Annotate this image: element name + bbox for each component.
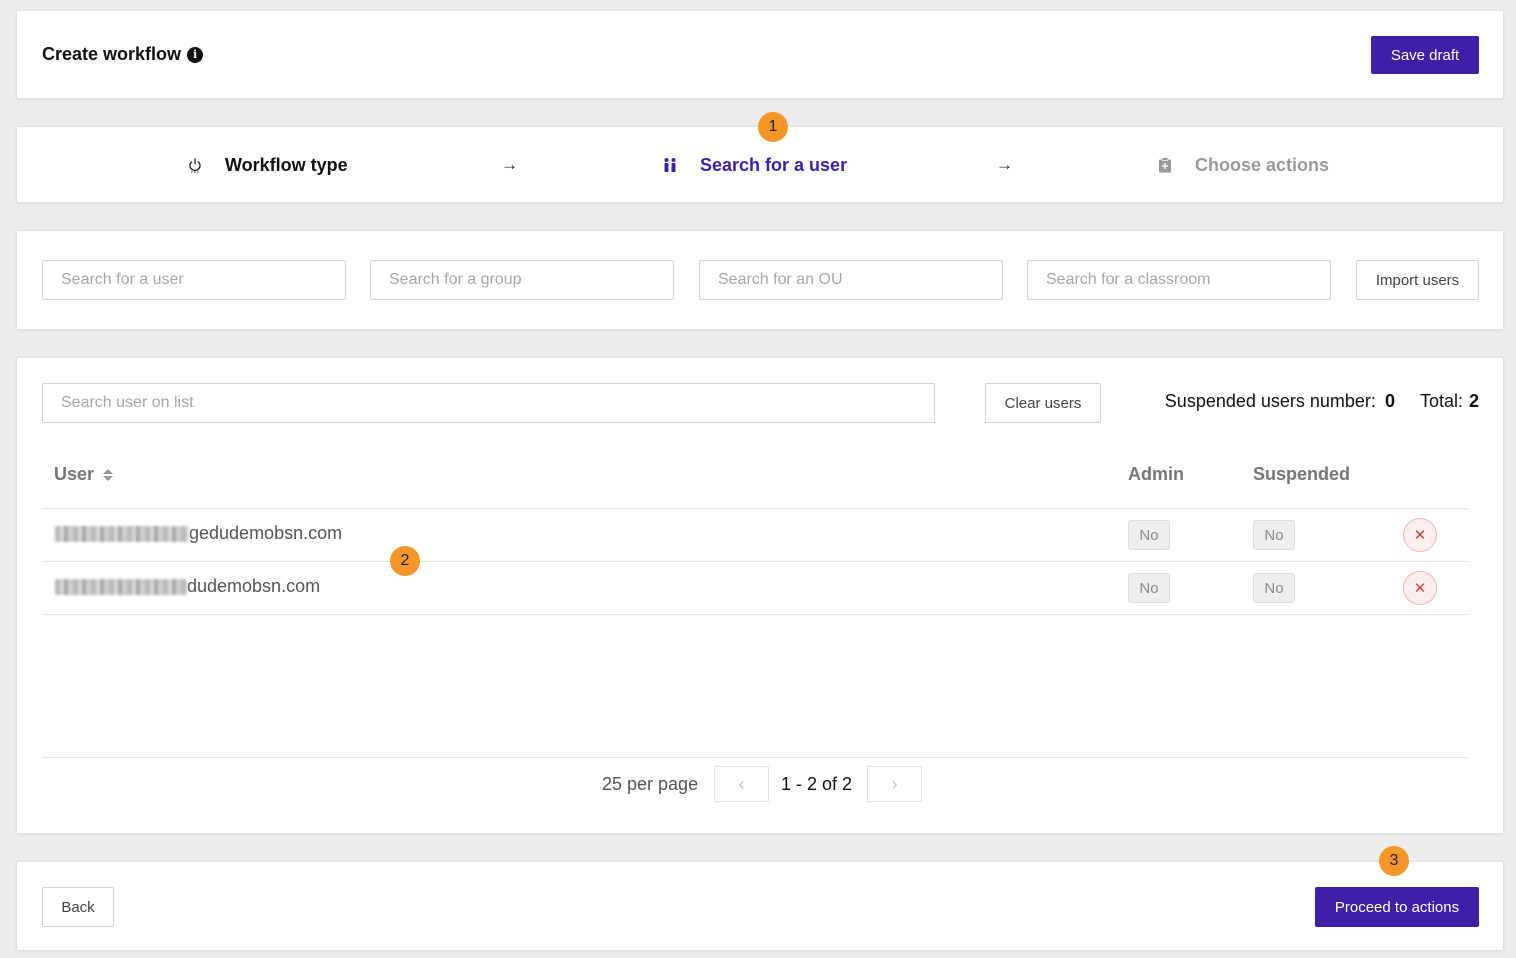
table-row-email: dudemobsn.com: [55, 576, 320, 597]
power-icon: [187, 157, 203, 173]
admin-badge: No: [1128, 573, 1170, 603]
email-text: dudemobsn.com: [187, 576, 320, 597]
suspended-badge: No: [1253, 520, 1295, 550]
search-list-input[interactable]: [42, 383, 935, 423]
back-button[interactable]: Back: [42, 887, 114, 927]
arrow-right-icon: →: [996, 155, 1013, 175]
list-stats: Suspended users number: 0 Total: 2: [1165, 391, 1479, 412]
step-search-user[interactable]: Search for a user: [662, 127, 847, 203]
steps-card: Workflow type → Search for a user → Choo…: [16, 126, 1504, 203]
remove-user-icon[interactable]: ✕: [1403, 571, 1437, 605]
table-row-email: gedudemobsn.com: [55, 523, 342, 544]
suspended-count-value: 0: [1385, 391, 1395, 412]
step-workflow-type[interactable]: Workflow type: [187, 127, 348, 203]
arrow-right-icon: →: [501, 155, 518, 175]
prev-page-button[interactable]: ‹: [714, 766, 769, 802]
save-draft-button[interactable]: Save draft: [1371, 36, 1479, 74]
sort-icon[interactable]: [102, 467, 114, 483]
info-icon[interactable]: i: [187, 47, 203, 63]
column-label: User: [54, 464, 94, 485]
clipboard-icon: [1157, 157, 1173, 173]
step-label: Choose actions: [1195, 155, 1329, 176]
step-label: Workflow type: [225, 155, 348, 176]
page-title: Create workflow: [42, 44, 181, 65]
column-user-header[interactable]: User: [54, 464, 114, 485]
import-users-button[interactable]: Import users: [1356, 260, 1479, 300]
remove-user-icon[interactable]: ✕: [1403, 518, 1437, 552]
per-page-label[interactable]: 25 per page: [602, 774, 698, 795]
annotation-marker: 3: [1379, 846, 1409, 876]
header-card: Create workflow i Save draft: [16, 10, 1504, 99]
step-label: Search for a user: [700, 155, 847, 176]
divider: [42, 757, 1468, 758]
redacted-text: [55, 526, 189, 542]
redacted-text: [55, 579, 187, 595]
page-range: 1 - 2 of 2: [781, 774, 852, 795]
search-user-input[interactable]: [42, 260, 346, 300]
page-title-wrap: Create workflow i: [42, 44, 203, 65]
next-page-button[interactable]: ›: [867, 766, 922, 802]
people-icon: [662, 157, 678, 173]
divider: [42, 508, 1468, 509]
divider: [42, 614, 1468, 615]
clear-users-button[interactable]: Clear users: [985, 383, 1101, 423]
column-admin-header: Admin: [1128, 464, 1184, 485]
search-card: Import users: [16, 230, 1504, 330]
user-list-card: Clear users Suspended users number: 0 To…: [16, 357, 1504, 834]
search-classroom-input[interactable]: [1027, 260, 1331, 300]
suspended-count-label: Suspended users number:: [1165, 391, 1376, 412]
total-value: 2: [1469, 391, 1479, 412]
search-group-input[interactable]: [370, 260, 674, 300]
suspended-badge: No: [1253, 573, 1295, 603]
admin-badge: No: [1128, 520, 1170, 550]
annotation-marker: 1: [758, 112, 788, 142]
column-suspended-header: Suspended: [1253, 464, 1350, 485]
annotation-marker: 2: [390, 546, 420, 576]
search-ou-input[interactable]: [699, 260, 1003, 300]
footer-card: Back Proceed to actions: [16, 861, 1504, 951]
email-text: gedudemobsn.com: [189, 523, 342, 544]
total-label: Total:: [1420, 391, 1463, 412]
proceed-to-actions-button[interactable]: Proceed to actions: [1315, 887, 1479, 927]
divider: [42, 561, 1468, 562]
step-choose-actions[interactable]: Choose actions: [1157, 127, 1329, 203]
